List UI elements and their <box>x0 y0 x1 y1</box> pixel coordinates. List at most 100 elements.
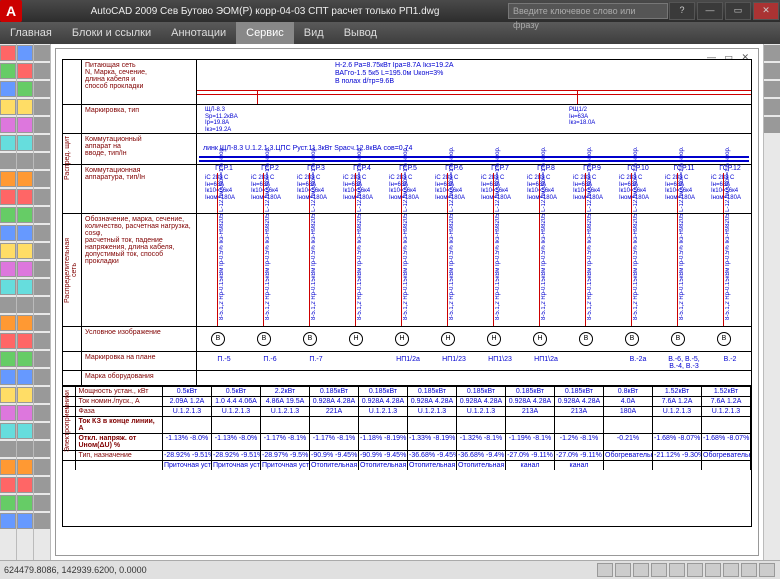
tool-icon[interactable] <box>0 189 16 205</box>
tool-icon[interactable] <box>17 135 33 151</box>
tool-icon[interactable] <box>17 351 33 367</box>
tool-icon[interactable] <box>34 153 50 169</box>
close-button[interactable]: ✕ <box>753 2 779 20</box>
tool-icon[interactable] <box>34 63 50 79</box>
tool-icon[interactable] <box>17 171 33 187</box>
tool-icon[interactable] <box>17 405 33 421</box>
tool-icon[interactable] <box>0 459 16 475</box>
maximize-button[interactable]: ▭ <box>725 2 751 20</box>
tool-icon[interactable] <box>34 243 50 259</box>
search-input[interactable]: Введите ключевое слово или фразу <box>508 3 668 19</box>
dyn-toggle[interactable] <box>723 563 739 577</box>
tool-icon[interactable] <box>34 81 50 97</box>
tool-icon[interactable] <box>0 441 16 457</box>
tool-icon[interactable] <box>0 261 16 277</box>
tool-icon[interactable] <box>764 63 780 79</box>
help-button[interactable]: ? <box>669 2 695 20</box>
tool-icon[interactable] <box>34 117 50 133</box>
tool-icon[interactable] <box>17 63 33 79</box>
tool-icon[interactable] <box>17 423 33 439</box>
otrack-toggle[interactable] <box>687 563 703 577</box>
tool-icon[interactable] <box>17 225 33 241</box>
tool-icon[interactable] <box>34 45 50 61</box>
tool-icon[interactable] <box>0 117 16 133</box>
drawing-canvas[interactable]: — ▭ ✕ Питающая сеть N, Марка, сечение, д… <box>51 44 763 560</box>
tool-icon[interactable] <box>34 135 50 151</box>
tool-icon[interactable] <box>764 99 780 115</box>
tab-blocks[interactable]: Блоки и ссылки <box>62 22 161 44</box>
ducs-toggle[interactable] <box>705 563 721 577</box>
tool-icon[interactable] <box>17 315 33 331</box>
osnap-toggle[interactable] <box>669 563 685 577</box>
tool-icon[interactable] <box>0 351 16 367</box>
minimize-button[interactable]: — <box>697 2 723 20</box>
tool-icon[interactable] <box>34 477 50 493</box>
tool-icon[interactable] <box>34 459 50 475</box>
tool-icon[interactable] <box>34 333 50 349</box>
snap-toggle[interactable] <box>597 563 613 577</box>
tool-icon[interactable] <box>764 81 780 97</box>
tool-icon[interactable] <box>0 99 16 115</box>
tool-icon[interactable] <box>17 477 33 493</box>
tool-icon[interactable] <box>0 297 16 313</box>
tool-icon[interactable] <box>0 369 16 385</box>
lwt-toggle[interactable] <box>741 563 757 577</box>
tool-icon[interactable] <box>0 243 16 259</box>
tool-icon[interactable] <box>34 423 50 439</box>
tool-icon[interactable] <box>17 513 33 529</box>
tool-icon[interactable] <box>34 387 50 403</box>
tool-icon[interactable] <box>34 99 50 115</box>
tool-icon[interactable] <box>0 423 16 439</box>
tab-output[interactable]: Вывод <box>334 22 387 44</box>
tool-icon[interactable] <box>17 441 33 457</box>
tool-icon[interactable] <box>17 369 33 385</box>
tool-icon[interactable] <box>34 207 50 223</box>
tool-icon[interactable] <box>17 81 33 97</box>
polar-toggle[interactable] <box>651 563 667 577</box>
tool-icon[interactable] <box>17 297 33 313</box>
tool-icon[interactable] <box>34 297 50 313</box>
tool-icon[interactable] <box>34 351 50 367</box>
tool-icon[interactable] <box>0 63 16 79</box>
tool-icon[interactable] <box>17 279 33 295</box>
tool-icon[interactable] <box>17 459 33 475</box>
tool-icon[interactable] <box>17 189 33 205</box>
tool-icon[interactable] <box>0 315 16 331</box>
tool-icon[interactable] <box>34 261 50 277</box>
tool-icon[interactable] <box>0 387 16 403</box>
tab-view[interactable]: Вид <box>294 22 334 44</box>
tool-icon[interactable] <box>17 153 33 169</box>
tool-icon[interactable] <box>34 315 50 331</box>
tool-icon[interactable] <box>34 441 50 457</box>
tool-icon[interactable] <box>0 153 16 169</box>
tool-icon[interactable] <box>17 45 33 61</box>
tool-icon[interactable] <box>17 387 33 403</box>
tool-icon[interactable] <box>0 477 16 493</box>
model-toggle[interactable] <box>759 563 775 577</box>
tool-icon[interactable] <box>17 207 33 223</box>
tool-icon[interactable] <box>0 207 16 223</box>
tool-icon[interactable] <box>34 189 50 205</box>
tab-annotate[interactable]: Аннотации <box>161 22 236 44</box>
tool-icon[interactable] <box>764 117 780 133</box>
tool-icon[interactable] <box>0 405 16 421</box>
tool-icon[interactable] <box>0 333 16 349</box>
tab-service[interactable]: Сервис <box>236 22 294 44</box>
grid-toggle[interactable] <box>615 563 631 577</box>
tool-icon[interactable] <box>17 243 33 259</box>
tool-icon[interactable] <box>0 279 16 295</box>
tool-icon[interactable] <box>34 171 50 187</box>
tool-icon[interactable] <box>764 45 780 61</box>
tool-icon[interactable] <box>17 333 33 349</box>
tool-icon[interactable] <box>17 261 33 277</box>
tool-icon[interactable] <box>17 99 33 115</box>
tool-icon[interactable] <box>34 369 50 385</box>
tool-icon[interactable] <box>0 513 16 529</box>
tool-icon[interactable] <box>34 405 50 421</box>
tool-icon[interactable] <box>34 279 50 295</box>
tool-icon[interactable] <box>0 45 16 61</box>
tool-icon[interactable] <box>34 495 50 511</box>
tool-icon[interactable] <box>17 117 33 133</box>
tool-icon[interactable] <box>34 225 50 241</box>
tool-icon[interactable] <box>0 495 16 511</box>
